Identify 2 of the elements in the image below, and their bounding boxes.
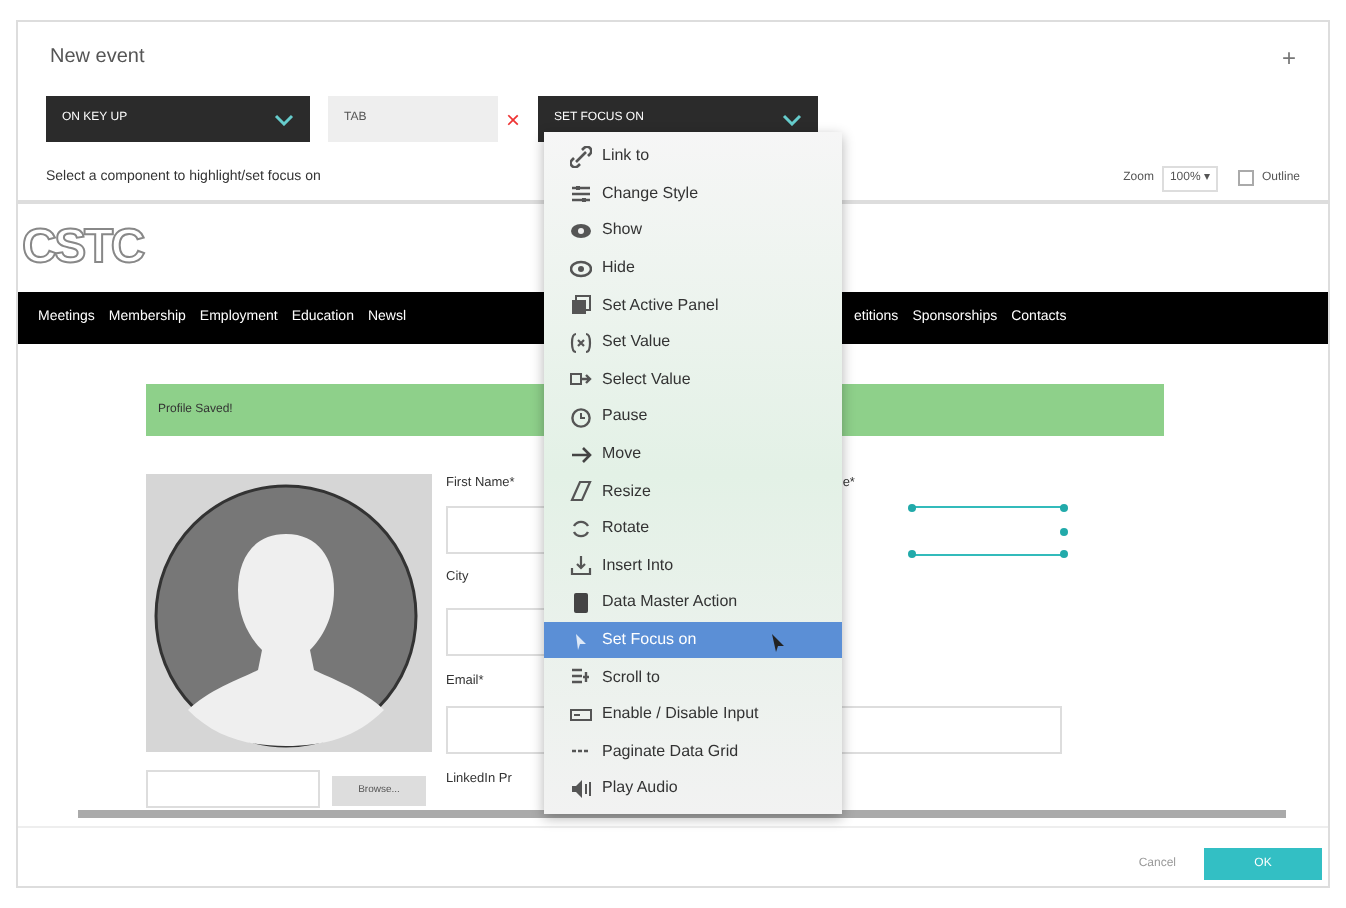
site-logo: CSTC [22,218,148,278]
dialog-title: New event [50,44,145,72]
